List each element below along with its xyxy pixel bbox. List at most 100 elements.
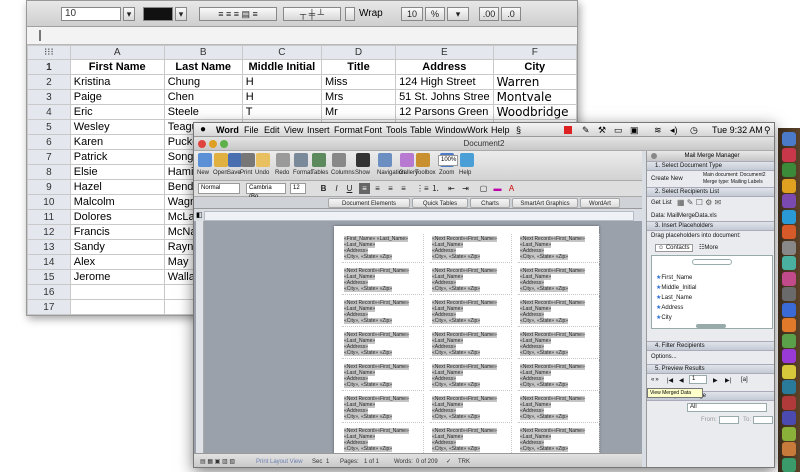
dock-app-icon[interactable] xyxy=(782,271,796,286)
dock-app-icon[interactable] xyxy=(782,318,796,332)
row-header[interactable]: 6 xyxy=(27,134,71,150)
recipient-tools-icons[interactable]: ▦ ✎ ☐ ⚙ ✉ xyxy=(677,198,721,207)
underline-button[interactable]: U xyxy=(344,183,355,194)
mmm-step5-header[interactable]: 5. Preview Results xyxy=(647,364,774,374)
borders-button[interactable]: ▢ xyxy=(478,183,489,194)
menu-help[interactable]: Help xyxy=(491,123,510,137)
size-select[interactable]: 12 xyxy=(290,183,306,194)
font-color-swatch[interactable] xyxy=(143,7,173,21)
highlight-button[interactable]: ▬ xyxy=(492,183,503,194)
italic-button[interactable]: I xyxy=(331,183,342,194)
last-record-button[interactable]: ▶| xyxy=(725,377,731,384)
options-button[interactable]: Options... xyxy=(651,354,677,360)
redo-icon[interactable] xyxy=(276,153,290,167)
font-color-button[interactable]: A xyxy=(506,183,517,194)
mail-label[interactable]: «Next Record»«First_Name» «Last_Name» «Add… xyxy=(518,362,600,391)
view-buttons[interactable]: ▤ ▦ ▣ ▥ ▧ xyxy=(200,454,235,467)
cell-a[interactable]: Alex xyxy=(69,254,165,270)
row-header[interactable]: 5 xyxy=(27,119,71,135)
mail-label[interactable]: «Next Record»«First_Name» «Last_Name» «Add… xyxy=(518,234,600,263)
tab-wordart[interactable]: WordArt xyxy=(580,198,620,208)
spelling-icon[interactable]: ✓ xyxy=(446,454,451,467)
dock-app-icon[interactable] xyxy=(782,349,796,363)
mail-label[interactable]: «Next Record»«First_Name» «Last_Name» «Add… xyxy=(430,330,512,359)
menu-window[interactable]: Window xyxy=(435,123,467,137)
wrap-checkbox[interactable] xyxy=(345,7,355,21)
to-field[interactable] xyxy=(753,416,773,424)
field-header-row[interactable]: 1 First Name Last Name Middle Initial Title A… xyxy=(27,59,577,75)
menu-font[interactable]: Font xyxy=(364,123,382,137)
cell-d[interactable]: Mr xyxy=(320,104,397,120)
cell-d[interactable]: Title xyxy=(320,59,397,75)
from-field[interactable] xyxy=(719,416,739,424)
new-icon[interactable] xyxy=(198,153,212,167)
cell-a[interactable]: Eric xyxy=(69,104,165,120)
toolbar-label-undo[interactable]: Undo xyxy=(255,170,269,176)
valign-buttons[interactable]: ┬ ╪ ┴ xyxy=(283,7,341,21)
toolbar-label-format[interactable]: Format xyxy=(293,170,312,176)
toolbar-label-zoom[interactable]: Zoom xyxy=(439,170,454,176)
toolbar-label-save[interactable]: Save xyxy=(227,170,241,176)
toolbar-label-show[interactable]: Show xyxy=(355,170,370,176)
spotlight-icon[interactable]: ⚲ xyxy=(764,123,771,137)
cell-e[interactable]: Address xyxy=(395,59,494,75)
cell-f[interactable]: Woodbridge xyxy=(492,104,577,120)
toolbar-label-new[interactable]: New xyxy=(197,170,209,176)
menu-work[interactable]: Work xyxy=(467,123,488,137)
vertical-ruler[interactable] xyxy=(196,221,204,453)
mail-label[interactable]: «Next Record»«First_Name» «Last_Name» «Add… xyxy=(342,426,424,455)
row-header[interactable]: 10 xyxy=(27,194,71,210)
record-number-field[interactable]: 1 xyxy=(689,375,707,384)
row-header[interactable]: 18 xyxy=(27,314,71,315)
row-header[interactable]: 4 xyxy=(27,104,71,120)
row-header[interactable]: 17 xyxy=(27,299,71,315)
col-header-a[interactable]: A xyxy=(69,45,165,60)
cell-a[interactable]: Sandy xyxy=(69,239,165,255)
field-city[interactable]: ★City xyxy=(656,314,672,321)
dock-app-icon[interactable] xyxy=(782,178,796,193)
cell-a[interactable]: Wesley xyxy=(69,119,165,135)
mmm-close-button[interactable] xyxy=(651,153,657,159)
toolbox-icon[interactable] xyxy=(416,153,430,167)
tab-more[interactable]: ☷More xyxy=(699,244,718,251)
mail-label[interactable]: «Next Record»«First_Name» «Last_Name» «Add… xyxy=(518,330,600,359)
mmm-step1-header[interactable]: 1. Select Document Type xyxy=(647,161,774,171)
mail-label[interactable]: «Next Record»«First_Name» «Last_Name» «Add… xyxy=(430,298,512,327)
menu-view[interactable]: View xyxy=(284,123,303,137)
abc-preview-button[interactable]: [a] xyxy=(741,377,748,383)
align-right-button[interactable]: ≡ xyxy=(385,183,396,194)
mail-label[interactable]: «Next Record»«First_Name» «Last_Name» «Add… xyxy=(430,394,512,423)
table-row[interactable]: 2 Kristina Chung H Miss 124 High Street Warren xyxy=(27,74,577,90)
cell-e[interactable]: 51 St. Johns Stree xyxy=(395,89,494,105)
dock-app-icon[interactable] xyxy=(782,364,796,379)
cell-d[interactable]: Mrs xyxy=(320,89,397,105)
font-select[interactable]: Cambria (Bo... xyxy=(246,183,286,200)
toolbar-label-columns[interactable]: Columns xyxy=(331,170,355,176)
table-row[interactable]: 4 Eric Steele T Mr 12 Parsons Green Woodbridge xyxy=(27,104,577,120)
menu-edit[interactable]: Edit xyxy=(264,123,280,137)
cell-e[interactable]: 12 Parsons Green xyxy=(395,104,494,120)
tools-icon[interactable]: ⚒ xyxy=(598,123,606,137)
mail-label[interactable]: «Next Record»«First_Name» «Last_Name» «Add… xyxy=(430,362,512,391)
mail-label[interactable]: «Next Record»«First_Name» «Last_Name» «Add… xyxy=(430,426,512,455)
tab-quick-tables[interactable]: Quick Tables xyxy=(412,198,468,208)
cell-a[interactable]: Karen xyxy=(69,134,165,150)
col-header-d[interactable]: D xyxy=(320,45,397,60)
menu-table[interactable]: Table xyxy=(410,123,432,137)
dock-app-icon[interactable] xyxy=(782,209,796,224)
first-record-button[interactable]: |◀ xyxy=(667,377,673,384)
row-header[interactable]: 3 xyxy=(27,89,71,105)
menu-insert[interactable]: Insert xyxy=(307,123,330,137)
save-icon[interactable] xyxy=(228,153,242,167)
cell-a[interactable]: Francis xyxy=(69,224,165,240)
dock-app-icon[interactable] xyxy=(782,163,796,177)
cell-d[interactable]: Miss xyxy=(320,74,397,90)
cell-a[interactable]: Paige xyxy=(69,89,165,105)
justify-button[interactable]: ≡ xyxy=(398,183,409,194)
next-record-button[interactable]: ▶ xyxy=(713,377,718,384)
cell-b[interactable]: Chung xyxy=(163,74,243,90)
cell-e[interactable]: 124 High Street xyxy=(395,74,494,90)
tab-smartart[interactable]: SmartArt Graphics xyxy=(512,198,578,208)
row-header[interactable]: 7 xyxy=(27,149,71,165)
menu-file[interactable]: File xyxy=(244,123,259,137)
